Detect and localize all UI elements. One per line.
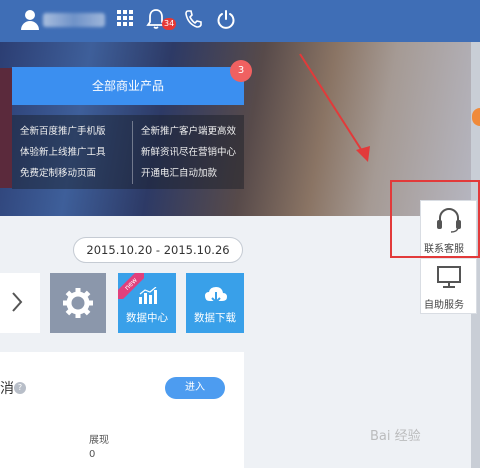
phone-icon[interactable]	[184, 9, 202, 29]
annotation-arrow	[299, 53, 370, 162]
chevron-right-icon[interactable]	[10, 290, 24, 314]
data-download-label: 数据下载	[194, 312, 236, 324]
service-divider	[420, 258, 477, 259]
self-service-link[interactable]: 自助服务	[424, 296, 464, 311]
impressions-label: 展现	[89, 435, 109, 446]
menu-item-mobile-page[interactable]: 免费定制移动页面	[20, 163, 126, 184]
impressions-value: 0	[89, 449, 96, 460]
menu-column-left: 全新百度推广手机版 体验新上线推广工具 免费定制移动页面	[20, 121, 126, 184]
products-count-badge: 3	[230, 60, 252, 82]
menu-item-tools[interactable]: 体验新上线推广工具	[20, 142, 126, 163]
grid-icon[interactable]	[117, 10, 133, 26]
carousel-next-card[interactable]	[0, 273, 40, 333]
help-icon[interactable]: ?	[14, 382, 26, 394]
menu-item-marketing-center[interactable]: 新鲜资讯尽在营销中心	[141, 142, 238, 163]
promotion-card	[0, 352, 244, 468]
monitor-icon[interactable]	[436, 265, 462, 289]
top-bar: 34	[0, 0, 480, 42]
all-products-button[interactable]: 全部商业产品	[12, 67, 244, 105]
banner-thumbnail	[0, 68, 12, 188]
annotation-highlight-box	[390, 180, 480, 258]
gear-icon	[63, 288, 93, 318]
username-blurred[interactable]	[43, 13, 105, 27]
menu-column-right: 全新推广客户端更高效 新鲜资讯尽在营销中心 开通电汇自动加款	[132, 121, 238, 184]
enter-button[interactable]: 进入	[165, 377, 225, 399]
user-icon[interactable]	[21, 10, 39, 30]
promotion-title: 消	[0, 381, 14, 397]
data-center-label: 数据中心	[126, 312, 168, 324]
data-download-tile[interactable]: 数据下载	[186, 273, 244, 333]
menu-item-mobile[interactable]: 全新百度推广手机版	[20, 121, 126, 142]
menu-item-client[interactable]: 全新推广客户端更高效	[141, 121, 238, 142]
feedback-tab[interactable]	[472, 108, 480, 126]
product-menu-panel: 全新百度推广手机版 体验新上线推广工具 免费定制移动页面 全新推广客户端更高效 …	[12, 115, 244, 189]
notification-badge: 34	[162, 18, 177, 30]
power-icon[interactable]	[216, 8, 236, 30]
watermark: Bai 经验	[370, 429, 421, 444]
new-ribbon-label: new	[118, 273, 144, 299]
settings-tile[interactable]	[50, 273, 106, 333]
date-range-selector[interactable]: 2015.10.20 - 2015.10.26	[73, 237, 243, 263]
cloud-download-icon	[205, 287, 227, 304]
new-ribbon: new	[118, 273, 144, 299]
menu-item-wire-transfer[interactable]: 开通电汇自动加款	[141, 163, 238, 184]
